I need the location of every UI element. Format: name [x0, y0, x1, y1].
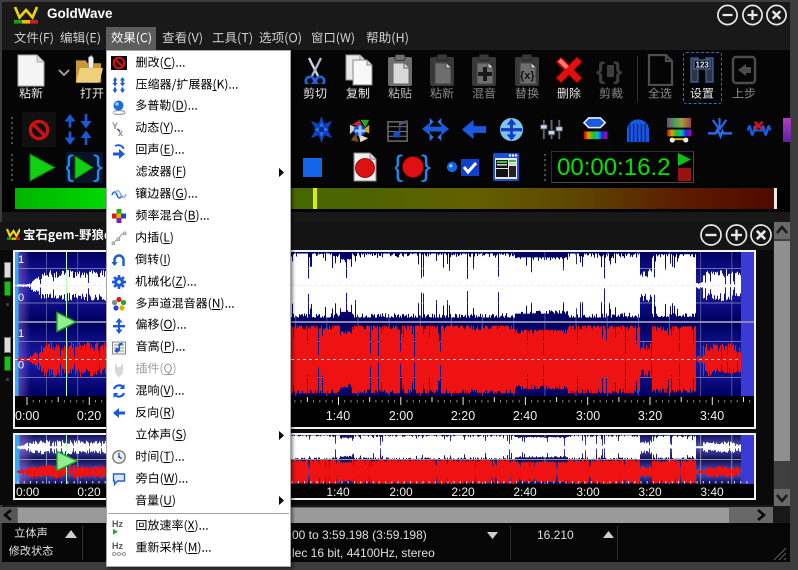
svg-text:2:20: 2:20 [451, 409, 475, 423]
svg-text:0:00: 0:00 [16, 485, 40, 499]
svg-text:1:40: 1:40 [326, 485, 350, 499]
svg-text:2:40: 2:40 [513, 485, 537, 499]
svg-text:0:20: 0:20 [77, 409, 101, 423]
svg-text:3:20: 3:20 [638, 409, 662, 423]
svg-text:2:00: 2:00 [389, 409, 413, 423]
svg-text:0: 0 [18, 360, 24, 372]
svg-text:0:00: 0:00 [15, 409, 39, 423]
svg-text:1: 1 [18, 328, 24, 340]
svg-text:2:20: 2:20 [451, 485, 475, 499]
svg-text:3:40: 3:40 [700, 485, 724, 499]
svg-text:Hz: Hz [112, 519, 123, 529]
svg-text:3:40: 3:40 [700, 409, 724, 423]
svg-text:3:00: 3:00 [576, 485, 600, 499]
svg-text:3:00: 3:00 [576, 409, 600, 423]
svg-text:2:00: 2:00 [389, 485, 413, 499]
svg-text:2:40: 2:40 [513, 409, 537, 423]
svg-text:Hz: Hz [112, 541, 123, 551]
svg-text:0: 0 [18, 292, 24, 304]
svg-text:3:20: 3:20 [638, 485, 662, 499]
svg-text:0:20: 0:20 [77, 485, 101, 499]
svg-text:1: 1 [18, 254, 24, 266]
svg-text:1:40: 1:40 [326, 409, 350, 423]
